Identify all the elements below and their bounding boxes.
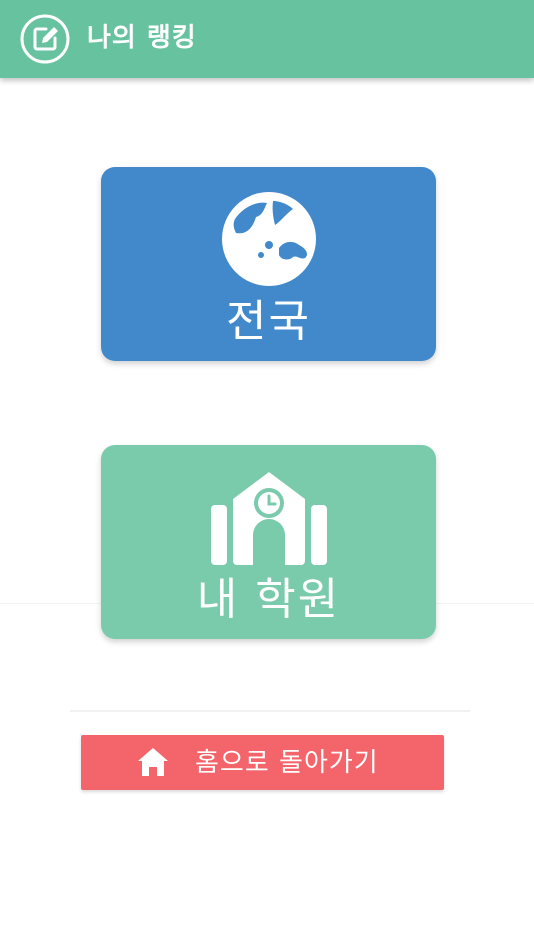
my-academy-button[interactable]: 내 학원: [101, 445, 436, 639]
home-button-label: 홈으로 돌아가기: [195, 748, 379, 778]
national-label: 전국: [226, 296, 311, 347]
edit-icon[interactable]: [20, 14, 70, 64]
school-clock-icon: [207, 469, 331, 565]
page-title: 나의 랭킹: [87, 23, 197, 53]
globe-icon: [221, 191, 317, 287]
home-button[interactable]: 홈으로 돌아가기: [81, 735, 444, 790]
national-ranking-button[interactable]: 전국: [101, 167, 436, 361]
home-icon: [137, 747, 169, 777]
app-bar: 나의 랭킹: [0, 0, 534, 78]
my-academy-label: 내 학원: [196, 574, 341, 625]
